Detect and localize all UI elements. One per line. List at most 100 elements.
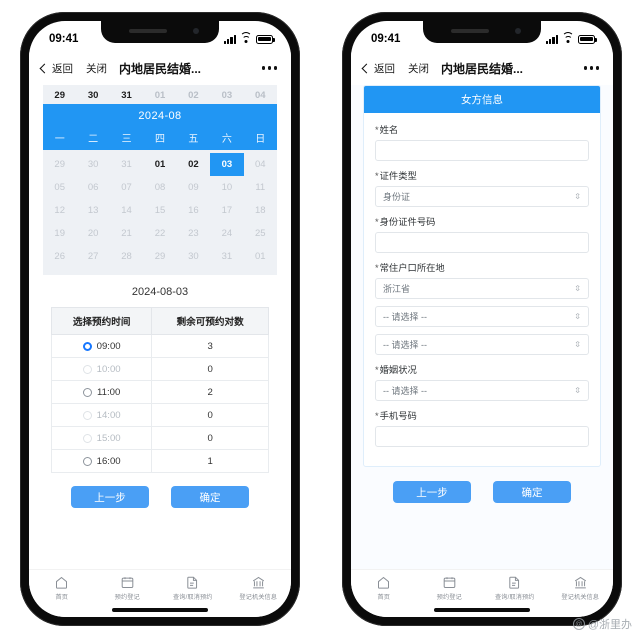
timeslot-cell[interactable]: 15:00 — [50, 426, 153, 450]
calendar-day[interactable]: 21 — [110, 222, 143, 245]
calendar-icon — [121, 577, 134, 588]
phone-input[interactable] — [375, 426, 589, 447]
calendar-day[interactable]: 07 — [110, 176, 143, 199]
calendar-day[interactable]: 02 — [177, 153, 210, 176]
id-number-input[interactable] — [375, 232, 589, 253]
calendar-day[interactable]: 16 — [177, 199, 210, 222]
table-row[interactable]: 09:00 3 — [50, 334, 269, 358]
calendar-day[interactable]: 28 — [110, 245, 143, 268]
back-button[interactable]: 返回 — [39, 61, 73, 76]
calendar-day[interactable]: 05 — [43, 176, 76, 199]
calendar-day[interactable]: 11 — [244, 176, 277, 199]
id-type-select[interactable]: 身份证 ⇳ — [375, 186, 589, 207]
field-label: *手机号码 — [375, 408, 589, 422]
prev-day[interactable]: 02 — [177, 90, 210, 101]
timeslot-cell[interactable]: 10:00 — [50, 357, 153, 381]
marital-status-select[interactable]: -- 请选择 -- ⇳ — [375, 380, 589, 401]
previous-step-button[interactable]: 上一步 — [71, 486, 149, 508]
radio-icon[interactable] — [82, 433, 92, 443]
calendar-day[interactable]: 23 — [177, 222, 210, 245]
calendar-grid: 29 30 31 01 02 03 04 05 06 07 08 09 10 1… — [43, 150, 277, 275]
radio-icon[interactable] — [82, 456, 92, 466]
prev-day[interactable]: 30 — [76, 90, 109, 101]
radio-icon[interactable] — [82, 387, 92, 397]
calendar-day[interactable]: 15 — [143, 199, 176, 222]
calendar-day[interactable]: 19 — [43, 222, 76, 245]
select-value: -- 请选择 -- — [383, 312, 427, 322]
prev-day[interactable]: 04 — [244, 90, 277, 101]
radio-icon[interactable] — [82, 364, 92, 374]
tab-home[interactable]: 首页 — [29, 575, 95, 601]
close-button[interactable]: 关闭 — [86, 61, 107, 76]
tab-home[interactable]: 首页 — [351, 575, 417, 601]
table-row[interactable]: 16:00 1 — [50, 449, 269, 473]
calendar-day[interactable]: 30 — [177, 245, 210, 268]
calendar-day[interactable]: 20 — [76, 222, 109, 245]
confirm-button[interactable]: 确定 — [493, 481, 571, 503]
home-indicator — [112, 608, 208, 612]
table-row[interactable]: 10:00 0 — [50, 357, 269, 381]
calendar-day-selected[interactable]: 03 — [210, 153, 244, 176]
calendar-day[interactable]: 09 — [177, 176, 210, 199]
calendar-day[interactable]: 06 — [76, 176, 109, 199]
radio-icon[interactable] — [82, 410, 92, 420]
prev-day[interactable]: 31 — [110, 90, 143, 101]
calendar-day[interactable]: 04 — [244, 153, 277, 176]
required-marker: * — [375, 365, 379, 375]
field-label: *身份证件号码 — [375, 214, 589, 228]
calendar-day[interactable]: 25 — [244, 222, 277, 245]
back-button[interactable]: 返回 — [361, 61, 395, 76]
calendar-day[interactable]: 01 — [143, 153, 176, 176]
residence-province-select[interactable]: 浙江省 ⇳ — [375, 278, 589, 299]
more-options-icon[interactable] — [584, 66, 599, 70]
tab-registry-info[interactable]: 登记机关信息 — [226, 575, 292, 601]
calendar-day[interactable]: 13 — [76, 199, 109, 222]
confirm-button[interactable]: 确定 — [171, 486, 249, 508]
prev-day[interactable]: 03 — [210, 90, 243, 101]
calendar-day[interactable]: 29 — [143, 245, 176, 268]
prev-day[interactable]: 01 — [143, 90, 176, 101]
tab-registry-info[interactable]: 登记机关信息 — [548, 575, 614, 601]
calendar-day[interactable]: 29 — [43, 153, 76, 176]
wifi-icon — [562, 31, 574, 44]
tab-appointment[interactable]: 预约登记 — [417, 575, 483, 601]
residence-city-select[interactable]: -- 请选择 -- ⇳ — [375, 306, 589, 327]
calendar-day[interactable]: 22 — [143, 222, 176, 245]
calendar-day[interactable]: 24 — [210, 222, 243, 245]
female-party-form-card: 女方信息 *姓名 *证件类型 身份证 ⇳ *身份证件号码 *常住户口所在地 浙江… — [363, 85, 601, 467]
calendar-day[interactable]: 01 — [244, 245, 277, 268]
calendar-day[interactable]: 31 — [110, 153, 143, 176]
table-row[interactable]: 15:00 0 — [50, 426, 269, 450]
timeslot-cell[interactable]: 16:00 — [50, 449, 153, 473]
chevron-updown-icon: ⇳ — [574, 283, 581, 293]
radio-icon[interactable] — [82, 341, 92, 351]
table-row[interactable]: 11:00 2 — [50, 380, 269, 404]
remaining-count: 0 — [151, 357, 269, 381]
calendar-day[interactable]: 30 — [76, 153, 109, 176]
name-input[interactable] — [375, 140, 589, 161]
calendar-day[interactable]: 08 — [143, 176, 176, 199]
timeslot-cell[interactable]: 14:00 — [50, 403, 153, 427]
calendar-day[interactable]: 17 — [210, 199, 243, 222]
timeslot-cell[interactable]: 09:00 — [50, 334, 153, 358]
timeslot-label: 15:00 — [96, 432, 121, 444]
table-row[interactable]: 14:00 0 — [50, 403, 269, 427]
calendar-day[interactable]: 10 — [210, 176, 243, 199]
close-button[interactable]: 关闭 — [408, 61, 429, 76]
calendar-day[interactable]: 12 — [43, 199, 76, 222]
prev-day[interactable]: 29 — [43, 90, 76, 101]
calendar-day[interactable]: 31 — [210, 245, 243, 268]
timeslot-cell[interactable]: 11:00 — [50, 380, 153, 404]
more-options-icon[interactable] — [262, 66, 277, 70]
calendar-day[interactable]: 26 — [43, 245, 76, 268]
calendar-day[interactable]: 18 — [244, 199, 277, 222]
tab-appointment[interactable]: 预约登记 — [95, 575, 161, 601]
calendar-day[interactable]: 14 — [110, 199, 143, 222]
tab-query-cancel[interactable]: 查询/取消预约 — [482, 575, 548, 601]
tab-query-cancel[interactable]: 查询/取消预约 — [160, 575, 226, 601]
previous-step-button[interactable]: 上一步 — [393, 481, 471, 503]
calendar-day[interactable]: 27 — [76, 245, 109, 268]
back-label: 返回 — [374, 62, 395, 75]
residence-district-select[interactable]: -- 请选择 -- ⇳ — [375, 334, 589, 355]
battery-icon — [578, 34, 597, 44]
